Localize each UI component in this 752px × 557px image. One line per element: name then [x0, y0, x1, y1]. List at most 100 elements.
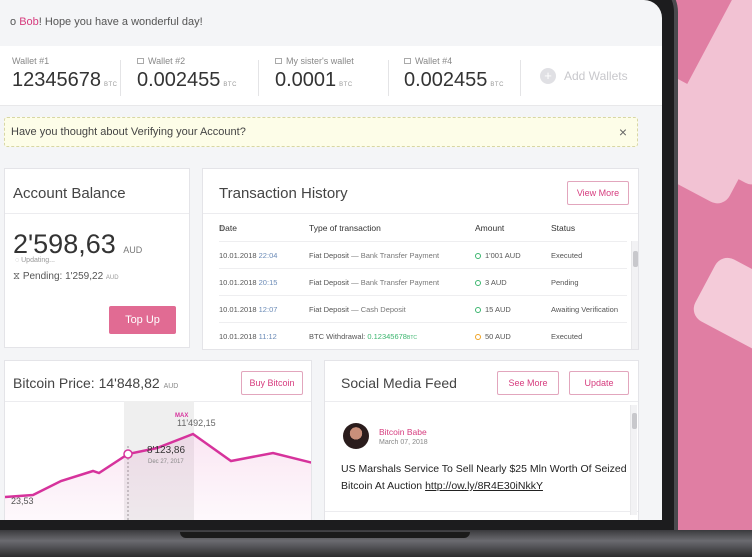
wallet-value-text: 0.0001: [275, 69, 337, 91]
column-label: Date: [219, 223, 237, 233]
wallet-value-text: 0.002455: [137, 69, 221, 91]
panel-title: Bitcoin Price: 14'848,82 AUD: [13, 375, 178, 391]
panel-title: Transaction History: [219, 185, 348, 202]
wallet-label: My sister's wallet: [275, 56, 354, 66]
type-text: Fiat Deposit: [309, 251, 350, 260]
spinner-icon: ◌: [15, 257, 20, 264]
divider: [120, 60, 121, 96]
row-amount: 15 AUD: [475, 305, 511, 314]
type-text: Fiat Deposit: [309, 305, 350, 314]
status-dot-icon: [475, 253, 481, 259]
greeting-prefix: o: [10, 16, 20, 28]
account-balance-panel: Account Balance 2'598,63 AUD ◌ Updating.…: [4, 168, 190, 348]
wallet-value: 12345678 BTC: [12, 69, 117, 92]
wallet-unit: BTC: [490, 82, 504, 88]
wallet-card[interactable]: Wallet #2 0.002455 BTC: [137, 56, 237, 92]
type-detail: — Bank Transfer Payment: [349, 278, 440, 287]
scrollbar[interactable]: [630, 405, 637, 515]
time-text: 20:15: [258, 278, 278, 287]
wallet-card[interactable]: Wallet #1 12345678 BTC: [12, 56, 117, 92]
wallet-unit: BTC: [103, 82, 118, 88]
row-date: 10.01.2018 22:04: [219, 251, 277, 260]
table-row[interactable]: 10.01.2018 22:04 Fiat Deposit — Bank Tra…: [219, 241, 627, 268]
app-screen: o Bob! Hope you have a wonderful day! Wa…: [0, 0, 662, 520]
panel-title: Account Balance: [13, 185, 126, 202]
wallet-label-text: Wallet #1: [12, 56, 50, 66]
wallet-value: 0.002455 BTC: [137, 69, 237, 92]
table-row[interactable]: 10.01.2018 11:12 BTC Withdrawal: 0.12345…: [219, 322, 627, 349]
status-dot-icon: [475, 307, 481, 313]
amount-text: 3 AUD: [485, 278, 507, 287]
divider: [520, 60, 521, 96]
row-type: Fiat Deposit — Bank Transfer Payment: [309, 251, 439, 260]
row-status: Executed: [551, 332, 583, 341]
scrollbar-thumb[interactable]: [632, 413, 637, 429]
post-date: March 07, 2018: [379, 439, 428, 446]
bitcoin-price-panel: Bitcoin Price: 14'848,82 AUD Buy Bitcoin…: [4, 360, 312, 520]
see-more-button[interactable]: See More: [497, 371, 559, 395]
time-text: 11:12: [258, 332, 277, 341]
wallet-icon: [275, 58, 282, 64]
amount-text: 50 AUD: [485, 332, 511, 341]
price-chart[interactable]: MAX 11'492,15 8'123,86 Dec 27, 2017 23,5…: [5, 401, 312, 520]
scrollbar-thumb[interactable]: [633, 251, 638, 267]
amount-text: 1'001 AUD: [485, 251, 521, 260]
wallet-value: 0.002455 BTC: [404, 69, 504, 92]
plus-icon: +: [540, 68, 556, 84]
table-row[interactable]: 10.01.2018 20:15 Fiat Deposit — Bank Tra…: [219, 268, 627, 295]
date-text: 10.01.2018: [219, 251, 257, 260]
post-author[interactable]: Bitcoin Babe: [379, 427, 427, 437]
point-date: Dec 27, 2017: [148, 459, 184, 465]
scrollbar[interactable]: [631, 241, 638, 349]
greeting: o Bob! Hope you have a wonderful day!: [10, 16, 203, 28]
amount-text: 15 AUD: [485, 305, 511, 314]
wallet-card[interactable]: My sister's wallet 0.0001 BTC: [275, 56, 354, 92]
row-type: Fiat Deposit — Cash Deposit: [309, 305, 406, 314]
balance-value: 2'598,63: [13, 229, 116, 259]
date-text: 10.01.2018: [219, 332, 257, 341]
wallet-icon: [404, 58, 411, 64]
table-row[interactable]: 10.01.2018 12:07 Fiat Deposit — Cash Dep…: [219, 295, 627, 322]
top-up-button[interactable]: Top Up: [109, 306, 176, 334]
max-value: 11'492,15: [177, 418, 216, 428]
wallet-value: 0.0001 BTC: [275, 69, 354, 92]
social-media-panel: Social Media Feed See More Update Bitcoi…: [324, 360, 639, 520]
row-type: Fiat Deposit — Bank Transfer Payment: [309, 278, 439, 287]
type-text: Fiat Deposit: [309, 278, 350, 287]
pending-value: 1'259,22: [65, 271, 104, 282]
verify-account-banner: Have you thought about Verifying your Ac…: [4, 117, 638, 147]
balance-unit: AUD: [123, 245, 143, 255]
time-text: 12:07: [258, 305, 278, 314]
btc-unit: BTC: [406, 335, 417, 341]
price-unit: AUD: [163, 383, 179, 390]
divider: [388, 60, 389, 96]
column-header-date[interactable]: Date ⇅: [219, 223, 237, 233]
wallet-label-text: Wallet #4: [415, 56, 453, 66]
row-date: 10.01.2018 20:15: [219, 278, 277, 287]
hourglass-icon: ⧖: [13, 271, 21, 282]
status-dot-icon: [475, 280, 481, 286]
wallet-card[interactable]: Wallet #4 0.002455 BTC: [404, 56, 504, 92]
price-value: 14'848,82: [98, 375, 160, 391]
hover-point: [123, 449, 133, 459]
add-wallets-label: Add Wallets: [564, 69, 628, 83]
balance-amount: 2'598,63 AUD: [13, 229, 142, 260]
post-link[interactable]: http://ow.ly/8R4E30iNkkY: [425, 480, 543, 492]
close-icon[interactable]: ×: [619, 124, 627, 140]
row-amount: 1'001 AUD: [475, 251, 521, 260]
wallet-label: Wallet #2: [137, 56, 237, 66]
pending-balance: ⧖ Pending: 1'259,22 AUD: [13, 271, 119, 282]
row-status: Awaiting Verification: [551, 305, 618, 314]
pending-label: Pending:: [22, 271, 63, 282]
divider: [258, 60, 259, 96]
avatar[interactable]: [343, 423, 369, 449]
type-text: BTC Withdrawal:: [309, 332, 366, 341]
update-button[interactable]: Update: [569, 371, 629, 395]
add-wallets-button[interactable]: + Add Wallets: [540, 68, 628, 84]
row-amount: 50 AUD: [475, 332, 511, 341]
view-more-button[interactable]: View More: [567, 181, 629, 205]
point-value: 8'123,86: [147, 445, 185, 456]
panel-title: Social Media Feed: [341, 375, 457, 391]
buy-bitcoin-button[interactable]: Buy Bitcoin: [241, 371, 303, 395]
wallet-value-text: 12345678: [12, 69, 101, 91]
